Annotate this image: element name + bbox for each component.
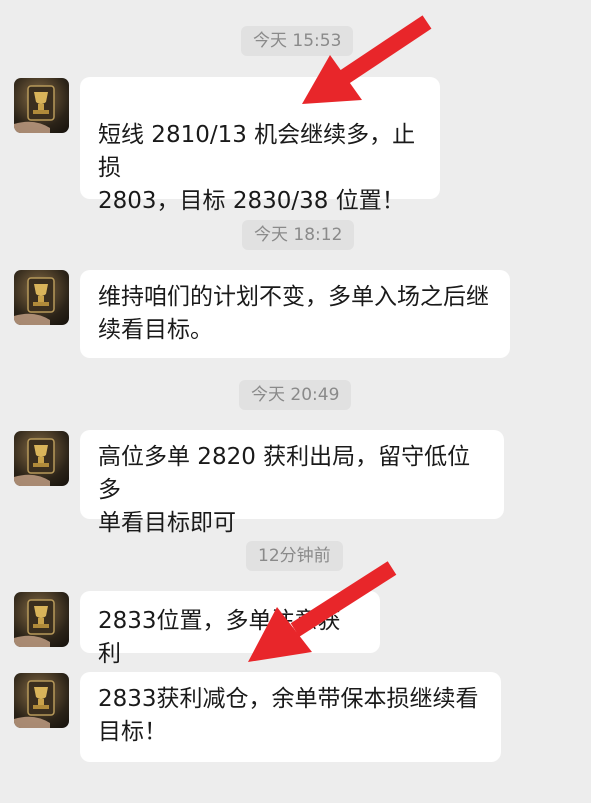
message-bubble-1[interactable]: 短线 2810/13 机会继续多，止损 2803，目标 2830/38 位置！ [80,77,440,214]
sender-avatar[interactable] [14,270,69,325]
message-bubble-3[interactable]: 高位多单 2820 获利出局，留守低位多 单看目标即可 [80,430,504,536]
sender-avatar[interactable] [14,592,69,647]
sender-avatar[interactable] [14,78,69,133]
trophy-avatar-icon [14,438,55,486]
trophy-avatar-icon [14,599,55,647]
timestamp-3: 今天 20:49 [239,380,352,410]
timestamp-2: 今天 18:12 [242,220,355,250]
timestamp-4: 12分钟前 [246,541,343,571]
message-bubble-5[interactable]: 2833获利减仓，余单带保本损继续看 目标！ [80,672,501,762]
trophy-avatar-icon [14,277,55,325]
message-bubble-2[interactable]: 维持咱们的计划不变，多单入场之后继 续看目标。 [80,270,510,358]
sender-avatar[interactable] [14,431,69,486]
trophy-avatar-icon [14,680,55,728]
timestamp-1: 今天 15:53 [241,26,354,56]
sender-avatar[interactable] [14,673,69,728]
message-bubble-4[interactable]: 2833位置，多单注意获利 [80,591,380,667]
trophy-avatar-icon [14,85,55,133]
